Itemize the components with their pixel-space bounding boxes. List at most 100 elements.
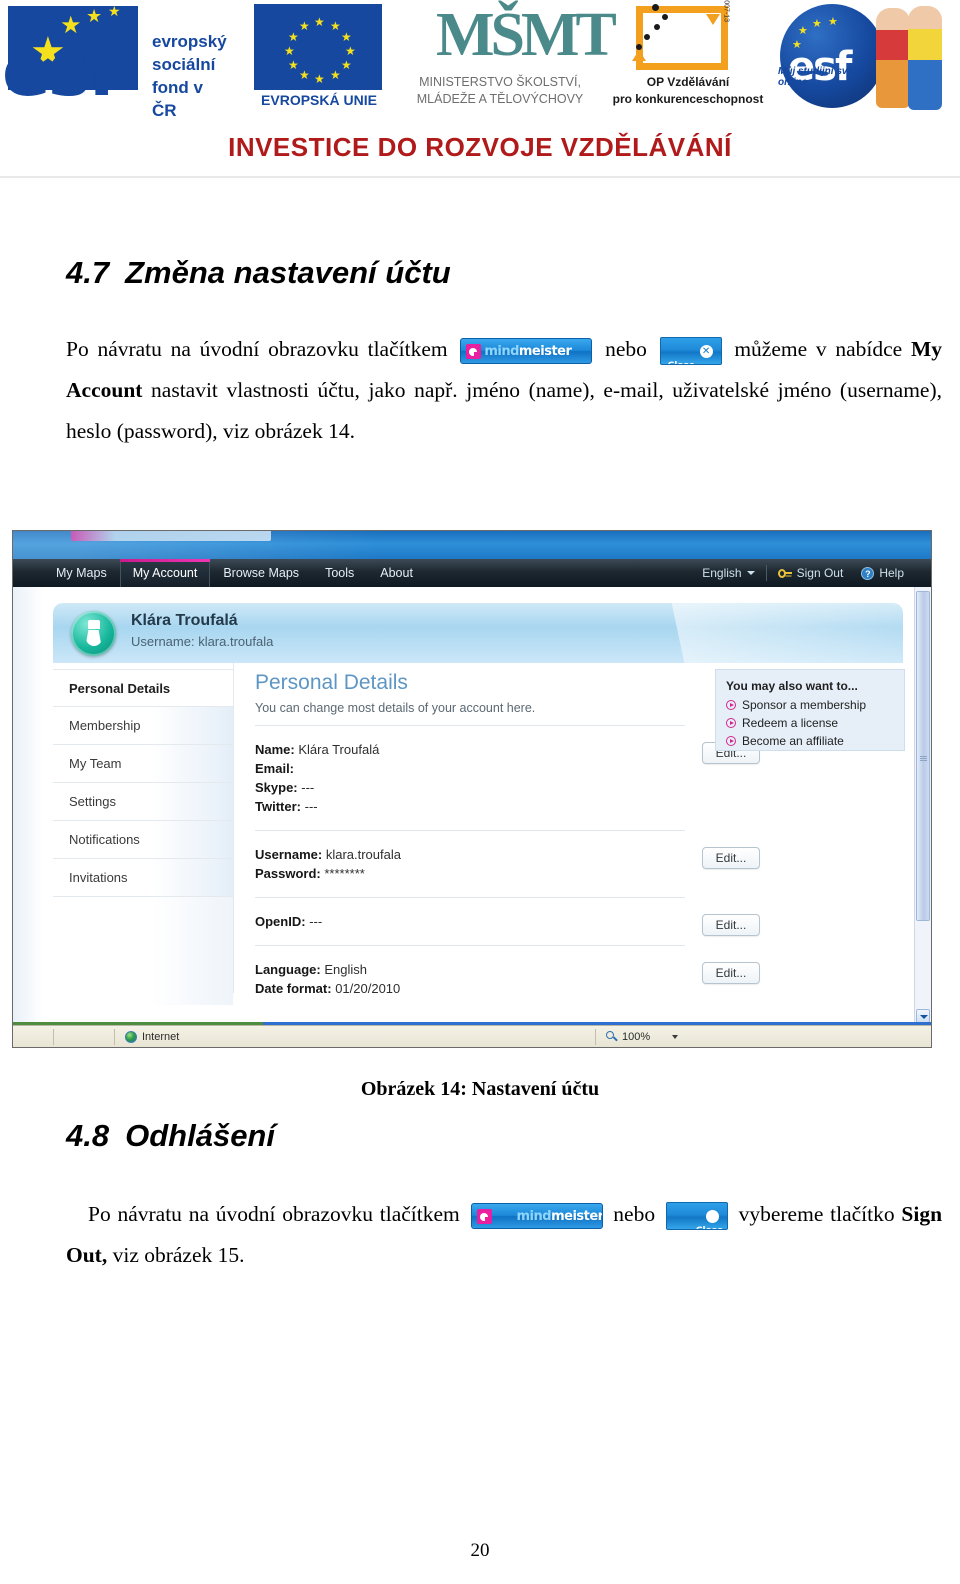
close-button-inline-2[interactable]: Close ✕ xyxy=(665,1202,728,1231)
arrow-bullet-icon xyxy=(726,718,736,728)
sidebar-item-notifications[interactable]: Notifications xyxy=(53,821,233,859)
op-vk-caption-line-2: pro konkurenceschopnost xyxy=(612,92,764,106)
field-password-value: ******** xyxy=(324,866,365,881)
op-vk-caption: OP Vzdělávání pro konkurenceschopnost xyxy=(608,74,768,108)
field-openid: OpenID: --- xyxy=(255,912,685,931)
edit-button-credentials[interactable]: Edit... xyxy=(702,847,760,869)
document-body: 4.7 Změna nastavení účtu Po návratu na úv… xyxy=(0,255,960,452)
link-sponsor-label: Sponsor a membership xyxy=(742,698,867,712)
mindmeister-account-screenshot: My Maps My Account Browse Maps Tools Abo… xyxy=(12,530,932,1048)
para-48-text-2: nebo xyxy=(613,1202,656,1226)
header-divider xyxy=(0,176,960,178)
section-heading-47: 4.7 Změna nastavení účtu xyxy=(66,255,960,291)
header-logo-band: ★ ★ ★ ★ esf evropský sociální fond v ČR … xyxy=(0,0,960,128)
zoom-level-label: 100% xyxy=(622,1030,651,1043)
nav-item-about[interactable]: About xyxy=(367,559,426,587)
eu-flag-logo: ★ ★ ★ ★ ★ ★ ★ ★ ★ ★ ★ ★ EVROPSKÁ UNIE xyxy=(244,0,394,122)
sidebar-item-my-team[interactable]: My Team xyxy=(53,745,233,783)
nav-item-my-maps[interactable]: My Maps xyxy=(43,559,120,587)
page-subtitle: You can change most details of your acco… xyxy=(255,701,536,715)
op-vk-year-text: 2007-13 xyxy=(723,0,730,22)
paragraph-47: Po návratu na úvodní obrazovku tlačítkem… xyxy=(0,329,960,452)
msmt-wordmark: MŠMT xyxy=(436,1,617,69)
field-group-credentials: Username: klara.troufala Password: *****… xyxy=(255,839,760,889)
field-password-label: Password: xyxy=(255,866,321,881)
field-name: Name: Klára Troufalá xyxy=(255,740,685,759)
account-content-area: Personal Details Membership My Team Sett… xyxy=(43,663,905,1015)
pane-divider-2 xyxy=(255,830,685,831)
vertical-scrollbar[interactable] xyxy=(914,587,931,1027)
app-navbar: My Maps My Account Browse Maps Tools Abo… xyxy=(13,559,931,587)
sidebar-filler xyxy=(53,897,233,1005)
sign-out-button[interactable]: Sign Out xyxy=(769,559,853,587)
field-name-label: Name: xyxy=(255,742,295,757)
chevron-down-icon xyxy=(746,571,755,575)
nav-item-browse-maps[interactable]: Browse Maps xyxy=(210,559,312,587)
zoom-control[interactable]: 100% xyxy=(596,1026,679,1048)
mindmeister-label: mindmeister xyxy=(484,343,572,360)
link-redeem-label: Redeem a license xyxy=(742,716,839,730)
link-become-an-affiliate[interactable]: Become an affiliate xyxy=(726,734,904,748)
security-zone-label: Internet xyxy=(142,1030,180,1043)
sidebar-item-invitations[interactable]: Invitations xyxy=(53,859,233,897)
right-panel-title: You may also want to... xyxy=(726,679,858,693)
sidebar-item-personal-details[interactable]: Personal Details xyxy=(53,669,233,707)
msmt-logo: MŠMT MINISTERSTVO ŠKOLSTVÍ, MLÁDEŽE A TĚ… xyxy=(400,0,617,122)
mindmeister-button-inline-2[interactable]: mindmeister xyxy=(470,1203,603,1230)
edit-button-openid[interactable]: Edit... xyxy=(702,914,760,936)
question-mark-icon: ? xyxy=(861,566,875,580)
mindmeister-button-inline-1[interactable]: mindmeister xyxy=(460,338,593,365)
msmt-caption-line-1: MINISTERSTVO ŠKOLSTVÍ, xyxy=(419,75,581,89)
esf-globe-logo: ★ ★ ★ ★ esf Můj studijní svět online xyxy=(772,0,952,126)
field-language-label: Language: xyxy=(255,962,321,977)
user-username: Username: klara.troufala xyxy=(131,634,274,649)
mindmeister-label-bold: meister xyxy=(551,1209,603,1225)
person-body-shape xyxy=(85,630,102,646)
para-47-text-4: nastavit vlastnosti účtu, jako např. jmé… xyxy=(66,378,942,443)
section-48-block: 4.8 Odhlášení Po návratu na úvodní obrazo… xyxy=(0,1118,960,1276)
field-username: Username: klara.troufala xyxy=(255,845,685,864)
section-heading-48: 4.8 Odhlášení xyxy=(66,1118,960,1154)
field-group-profile: Name: Klára Troufalá Email: Skype: --- T… xyxy=(255,734,760,822)
help-button[interactable]: ? Help xyxy=(852,559,913,587)
nav-item-my-account[interactable]: My Account xyxy=(119,559,211,587)
app-logo-partial xyxy=(71,531,271,541)
mindmeister-label-bold: meister xyxy=(518,344,572,360)
field-group-openid: OpenID: --- Edit... xyxy=(255,906,760,937)
sign-out-label: Sign Out xyxy=(796,566,844,580)
para-48-text-3: vybereme tlačítko xyxy=(738,1202,895,1226)
security-zone-indicator[interactable]: Internet xyxy=(115,1026,595,1048)
sidebar-item-settings[interactable]: Settings xyxy=(53,783,233,821)
app-header-banner xyxy=(13,531,931,559)
esf-caption-line-1: evropský xyxy=(152,32,227,51)
field-password: Password: ******** xyxy=(255,864,685,883)
field-email: Email: xyxy=(255,759,685,778)
scrollbar-thumb[interactable] xyxy=(916,591,930,921)
sidebar-item-membership[interactable]: Membership xyxy=(53,707,233,745)
close-button-inline-1[interactable]: Close ✕ xyxy=(659,337,722,366)
chevron-down-icon[interactable] xyxy=(672,1034,679,1039)
mindmeister-label-light: mind xyxy=(516,1209,552,1225)
section-title-47: Změna nastavení účtu xyxy=(125,255,451,290)
link-affiliate-label: Become an affiliate xyxy=(742,734,844,748)
language-selector-label: English xyxy=(702,566,742,580)
person-head-shape xyxy=(87,620,100,629)
field-twitter-value: --- xyxy=(304,799,318,814)
mindmeister-label-light: mind xyxy=(484,344,519,360)
field-date-format: Date format: 01/20/2010 xyxy=(255,979,685,998)
field-twitter: Twitter: --- xyxy=(255,797,685,816)
link-sponsor-a-membership[interactable]: Sponsor a membership xyxy=(726,698,904,712)
language-selector[interactable]: English xyxy=(693,559,763,587)
page-left-gutter xyxy=(13,587,43,1027)
link-redeem-a-license[interactable]: Redeem a license xyxy=(726,716,904,730)
edit-button-locale[interactable]: Edit... xyxy=(702,962,760,984)
para-48-text-1: Po návratu na úvodní obrazovku tlačítkem xyxy=(88,1202,460,1226)
section-number-47: 4.7 xyxy=(66,255,110,290)
figure-caption: Obrázek 14: Nastavení účtu xyxy=(360,1078,600,1100)
mindmeister-label: mindmeister xyxy=(495,1208,603,1225)
key-icon xyxy=(777,568,792,578)
page-title: Personal Details xyxy=(255,671,408,694)
pane-divider-4 xyxy=(255,945,685,946)
nav-item-tools[interactable]: Tools xyxy=(312,559,367,587)
scroll-down-button[interactable] xyxy=(916,1009,930,1023)
